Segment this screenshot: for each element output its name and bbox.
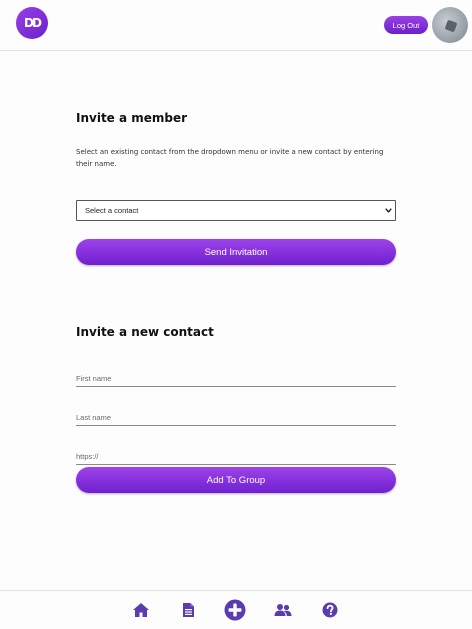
add-to-group-button[interactable]: Add To Group (76, 467, 396, 493)
document-icon (182, 603, 194, 617)
nav-documents[interactable] (180, 591, 196, 629)
contact-select-value: Select a contact (85, 206, 139, 215)
avatar[interactable] (432, 7, 468, 43)
invite-member-help-text: Select an existing contact from the drop… (76, 148, 384, 168)
nav-add[interactable] (223, 591, 247, 629)
nav-help[interactable] (321, 591, 339, 629)
send-invitation-button[interactable]: Send Invitation (76, 239, 396, 265)
group-icon (274, 604, 292, 616)
nav-group[interactable] (272, 591, 294, 629)
top-header: DD Log Out (0, 0, 472, 51)
last-name-field[interactable] (76, 412, 396, 426)
plus-circle-icon (224, 599, 246, 621)
url-field[interactable] (76, 451, 396, 465)
first-name-field[interactable] (76, 373, 396, 387)
nav-home[interactable] (131, 591, 151, 629)
app-logo[interactable]: DD (16, 7, 48, 39)
bottom-nav (0, 590, 472, 629)
logout-button[interactable]: Log Out (384, 16, 428, 34)
home-icon (133, 603, 149, 617)
logo-text: DD (24, 16, 42, 30)
help-icon (322, 602, 338, 618)
chevron-down-icon (385, 208, 392, 213)
contact-select[interactable]: Select a contact (76, 200, 396, 221)
invite-contact-title: Invite a new contact (76, 325, 214, 339)
invite-member-title: Invite a member (76, 111, 188, 125)
